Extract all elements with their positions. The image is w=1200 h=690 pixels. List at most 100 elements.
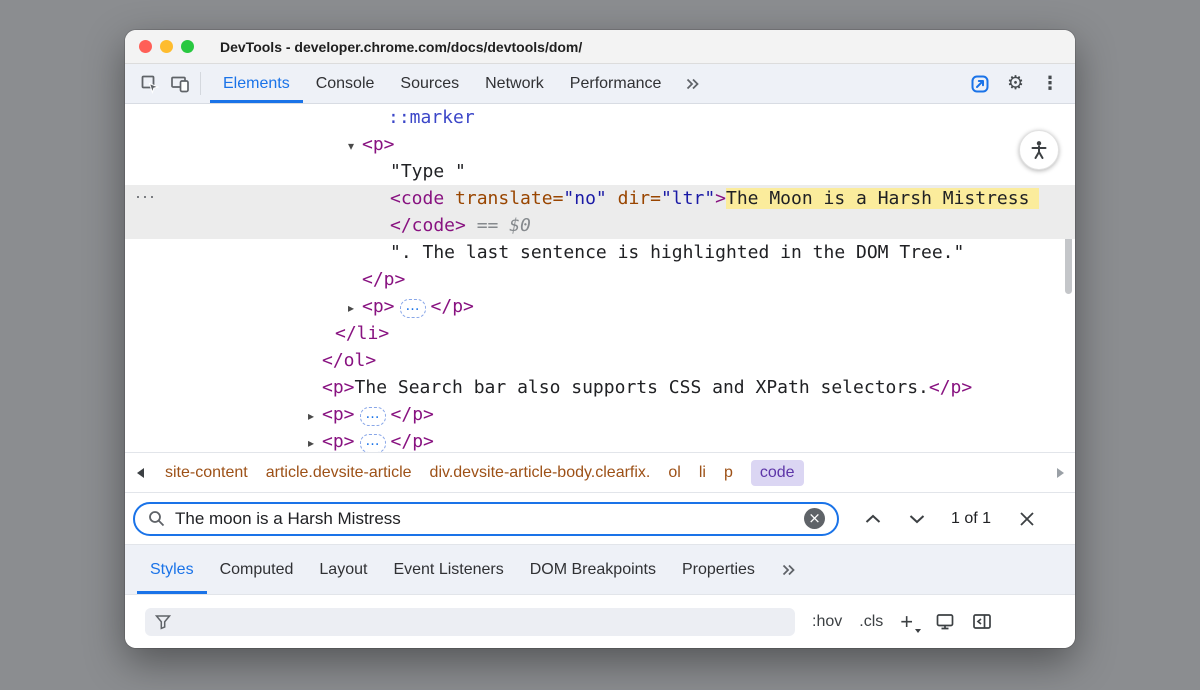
search-icon bbox=[147, 509, 166, 528]
dom-node-row[interactable]: </p> bbox=[125, 266, 1075, 293]
tab-elements[interactable]: Elements bbox=[210, 64, 303, 103]
disclosure-arrow-icon[interactable]: ▾ bbox=[348, 133, 362, 160]
element-classes-button[interactable]: .cls bbox=[859, 613, 883, 631]
dom-token: <p> bbox=[362, 296, 395, 317]
dom-token: </code> bbox=[390, 215, 466, 236]
dom-node-row[interactable]: "Type " bbox=[125, 158, 1075, 185]
toggle-sidebar-icon[interactable] bbox=[972, 612, 992, 631]
dom-token: </p> bbox=[391, 431, 434, 452]
search-results-count: 1 of 1 bbox=[951, 510, 991, 528]
disclosure-arrow-icon[interactable]: ▸ bbox=[308, 430, 322, 452]
open-issues-icon[interactable] bbox=[970, 74, 990, 94]
toolbar-divider bbox=[200, 72, 201, 95]
dom-token: == $0 bbox=[466, 215, 531, 236]
elements-dom-tree: ::marker▾<p>"Type "···<code translate="n… bbox=[125, 104, 1075, 452]
dom-token: </p> bbox=[431, 296, 474, 317]
styles-filter-input[interactable] bbox=[145, 608, 795, 636]
breadcrumb-ol[interactable]: ol bbox=[668, 464, 680, 482]
search-input[interactable] bbox=[175, 509, 795, 529]
device-toolbar-icon[interactable] bbox=[165, 64, 195, 103]
zoom-window-button[interactable] bbox=[181, 40, 194, 53]
dom-token bbox=[444, 188, 455, 209]
dom-node-row[interactable]: ▾<p> bbox=[125, 131, 1075, 158]
dom-node-row[interactable]: ▸<p> … </p> bbox=[125, 401, 1075, 428]
window-title: DevTools - developer.chrome.com/docs/dev… bbox=[220, 39, 582, 55]
more-panels-icon[interactable] bbox=[674, 64, 711, 103]
dom-token: </p> bbox=[929, 377, 972, 398]
dom-node-row[interactable]: </code> == $0 bbox=[125, 212, 1075, 239]
dom-search-bar: × 1 of 1 bbox=[125, 492, 1075, 544]
dom-node-row[interactable]: ▸<p> … </p> bbox=[125, 428, 1075, 452]
previous-result-icon[interactable] bbox=[865, 514, 881, 524]
tab-performance[interactable]: Performance bbox=[557, 64, 675, 103]
dom-token: <p> bbox=[322, 431, 355, 452]
dom-token: </p> bbox=[362, 269, 405, 290]
disclosure-arrow-icon[interactable]: ▸ bbox=[308, 403, 322, 430]
tab-network[interactable]: Network bbox=[472, 64, 557, 103]
breadcrumb-bar: site-content article.devsite-article div.d… bbox=[125, 452, 1075, 492]
breadcrumb-scroll-right-icon[interactable] bbox=[1045, 453, 1075, 492]
breadcrumb-li[interactable]: li bbox=[699, 464, 706, 482]
collapsed-children-icon[interactable]: … bbox=[360, 434, 386, 452]
tab-sources[interactable]: Sources bbox=[387, 64, 472, 103]
overflow-menu-icon[interactable]: ⋮ bbox=[1041, 75, 1059, 93]
dom-token: "ltr" bbox=[661, 188, 715, 209]
breadcrumb-p[interactable]: p bbox=[724, 464, 733, 482]
rendering-emulations-icon[interactable] bbox=[935, 612, 955, 632]
dom-token: </p> bbox=[391, 404, 434, 425]
dom-node-row[interactable]: </li> bbox=[125, 320, 1075, 347]
dom-token: dir= bbox=[618, 188, 661, 209]
clear-search-icon[interactable]: × bbox=[804, 508, 825, 529]
tab-console[interactable]: Console bbox=[303, 64, 388, 103]
dom-token: <p> bbox=[322, 404, 355, 425]
dom-token: translate= bbox=[455, 188, 563, 209]
filter-funnel-icon bbox=[155, 614, 171, 630]
disclosure-arrow-icon[interactable]: ▸ bbox=[348, 295, 362, 322]
breadcrumb-scroll-left-icon[interactable] bbox=[125, 453, 155, 492]
settings-gear-icon[interactable]: ⚙ bbox=[1007, 74, 1024, 93]
breadcrumb-site-content[interactable]: site-content bbox=[165, 464, 248, 482]
more-sidebar-tabs-icon[interactable] bbox=[768, 545, 809, 594]
dom-token: <code bbox=[390, 188, 444, 209]
tab-layout[interactable]: Layout bbox=[306, 545, 380, 594]
tab-properties[interactable]: Properties bbox=[669, 545, 768, 594]
dom-token: The Moon is a Harsh Mistress bbox=[726, 188, 1039, 209]
tab-event-listeners[interactable]: Event Listeners bbox=[380, 545, 516, 594]
breadcrumb-div-devsite-article-body-clearfix[interactable]: div.devsite-article-body.clearfix. bbox=[430, 464, 651, 482]
inspect-element-icon[interactable] bbox=[135, 64, 165, 103]
styles-toolbar: :hov .cls + bbox=[125, 594, 1075, 648]
breadcrumb-code[interactable]: code bbox=[751, 460, 804, 486]
dom-token: "Type " bbox=[390, 161, 466, 182]
dom-node-row[interactable]: </ol> bbox=[125, 347, 1075, 374]
dom-token: </li> bbox=[335, 323, 389, 344]
tab-computed[interactable]: Computed bbox=[207, 545, 307, 594]
node-options-icon[interactable]: ··· bbox=[135, 183, 156, 210]
minimize-window-button[interactable] bbox=[160, 40, 173, 53]
next-result-icon[interactable] bbox=[909, 514, 925, 524]
traffic-lights bbox=[139, 40, 194, 53]
collapsed-children-icon[interactable]: … bbox=[360, 407, 386, 426]
dom-token: The Search bar also supports CSS and XPa… bbox=[355, 377, 929, 398]
dom-node-row[interactable]: ▸<p> … </p> bbox=[125, 293, 1075, 320]
dom-token: </ol> bbox=[322, 350, 376, 371]
tab-styles[interactable]: Styles bbox=[137, 545, 207, 594]
dom-token: > bbox=[715, 188, 726, 209]
dom-token: <p> bbox=[362, 134, 395, 155]
dom-token: ". The last sentence is highlighted in t… bbox=[390, 242, 964, 263]
toggle-element-state-button[interactable]: :hov bbox=[812, 613, 842, 631]
dom-node-row[interactable]: ···<code translate="no" dir="ltr">The Mo… bbox=[125, 185, 1075, 212]
devtools-toolbar: ElementsConsoleSourcesNetworkPerformance… bbox=[125, 64, 1075, 104]
collapsed-children-icon[interactable]: … bbox=[400, 299, 426, 318]
close-window-button[interactable] bbox=[139, 40, 152, 53]
close-search-icon[interactable] bbox=[1019, 511, 1035, 527]
breadcrumb: site-content article.devsite-article div.d… bbox=[155, 460, 1045, 486]
dom-node-row[interactable]: <p>The Search bar also supports CSS and … bbox=[125, 374, 1075, 401]
toolbar-right-actions: ⚙ ⋮ bbox=[970, 64, 1075, 103]
breadcrumb-article-devsite-article[interactable]: article.devsite-article bbox=[266, 464, 412, 482]
new-style-rule-caret-icon bbox=[915, 629, 921, 633]
dom-node-row[interactable]: ::marker bbox=[125, 104, 1075, 131]
dom-node-row[interactable]: ". The last sentence is highlighted in t… bbox=[125, 239, 1075, 266]
search-input-box: × bbox=[133, 502, 839, 536]
new-style-rule-button[interactable]: + bbox=[900, 611, 918, 633]
tab-dom-breakpoints[interactable]: DOM Breakpoints bbox=[517, 545, 669, 594]
